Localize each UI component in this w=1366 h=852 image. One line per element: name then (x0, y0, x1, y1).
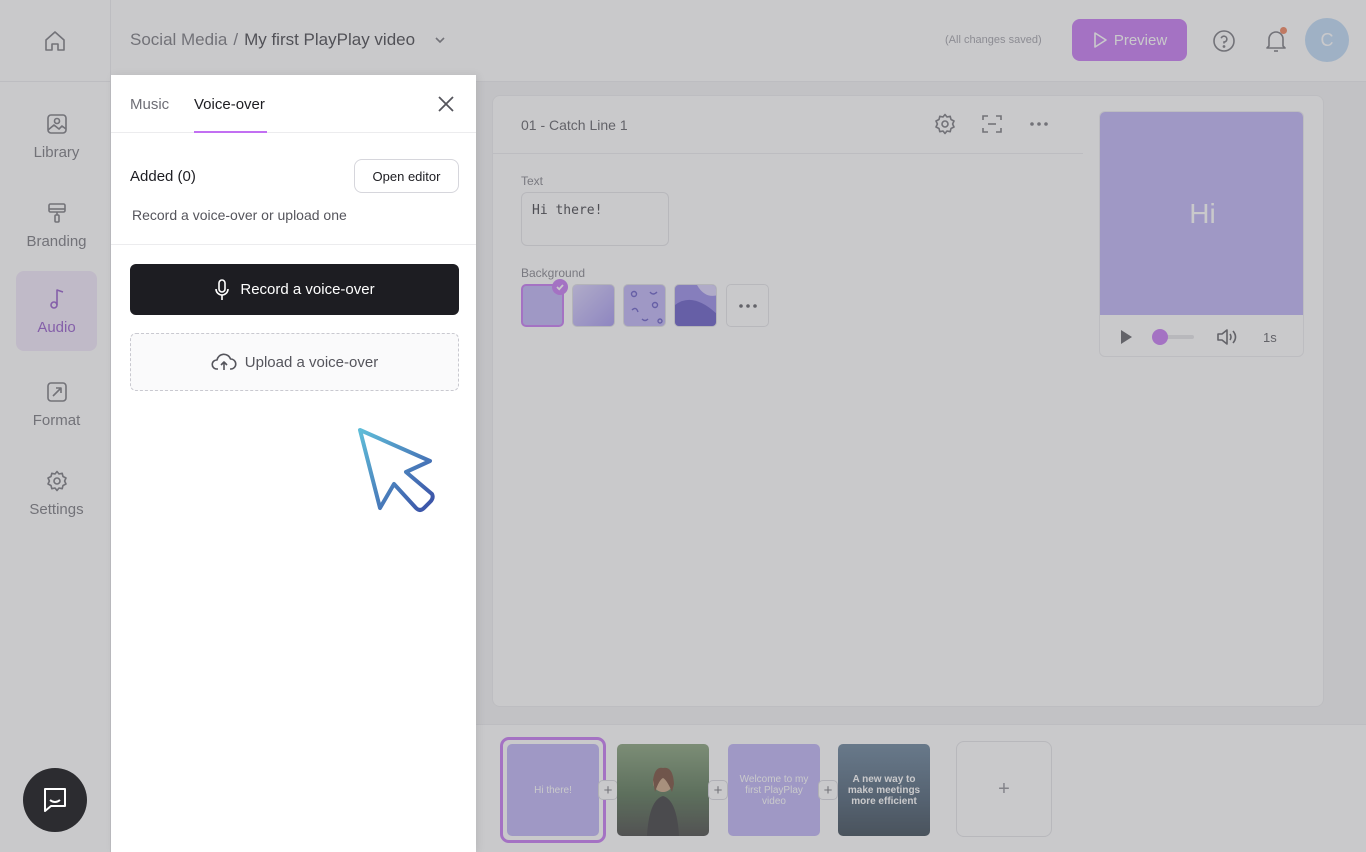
divider (111, 244, 476, 245)
upload-voice-over-button[interactable]: Upload a voice-over (130, 333, 459, 391)
audio-tabs: Music Voice-over (111, 75, 476, 133)
close-icon[interactable] (436, 94, 456, 114)
tab-music[interactable]: Music (130, 96, 169, 113)
microphone-icon (215, 278, 230, 300)
chat-support-button[interactable] (23, 768, 87, 832)
added-count: Added (0) (130, 168, 196, 185)
tab-voice-over[interactable]: Voice-over (194, 96, 265, 113)
upload-label: Upload a voice-over (244, 353, 379, 371)
record-label: Record a voice-over (240, 281, 375, 298)
open-editor-button[interactable]: Open editor (354, 159, 459, 193)
voice-over-hint: Record a voice-over or upload one (132, 207, 347, 223)
record-voice-over-button[interactable]: Record a voice-over (130, 264, 459, 315)
pointer-cursor-icon (358, 428, 435, 512)
active-tab-indicator (194, 131, 267, 133)
chat-icon (44, 788, 66, 812)
cloud-upload-icon (211, 353, 237, 370)
